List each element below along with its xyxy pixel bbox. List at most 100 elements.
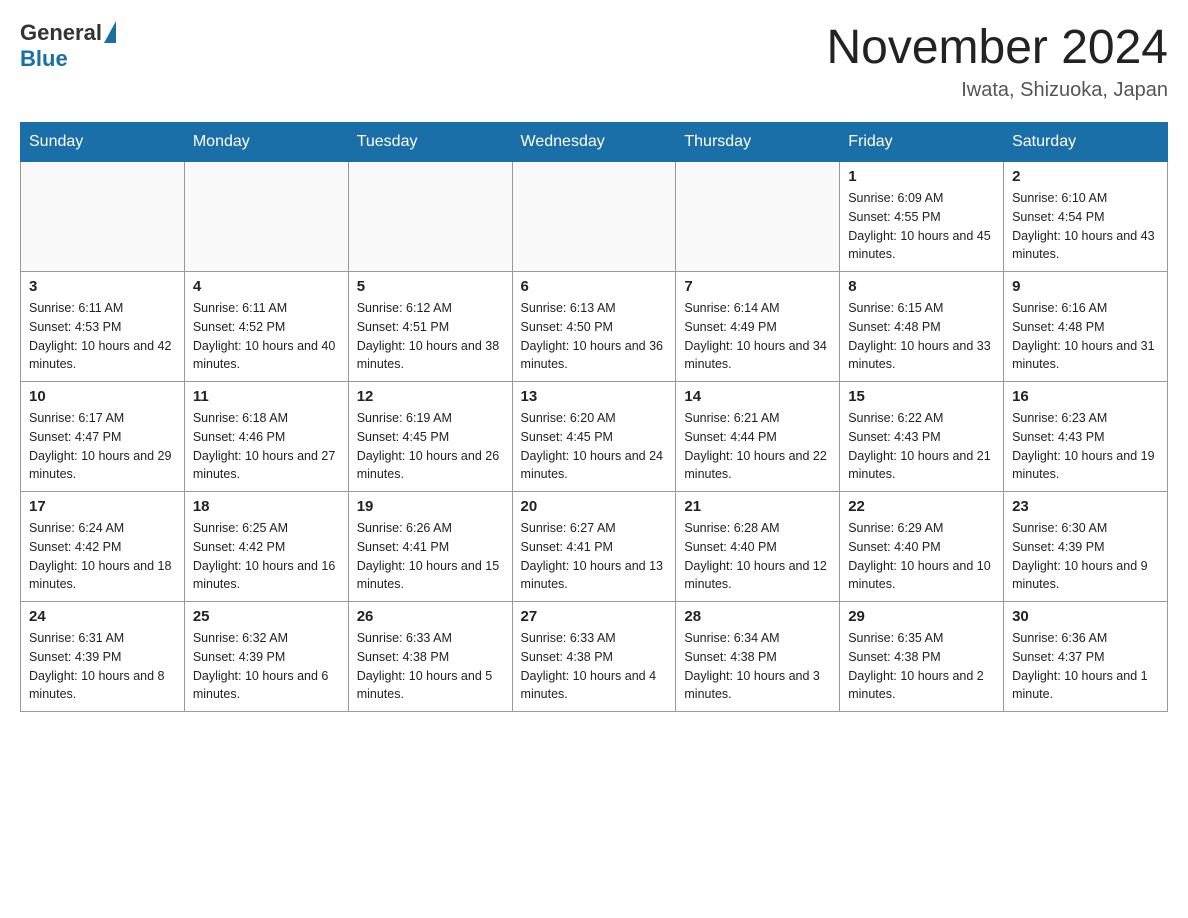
weekday-header-tuesday: Tuesday bbox=[348, 123, 512, 162]
calendar-day-cell: 19 Sunrise: 6:26 AMSunset: 4:41 PMDayligh… bbox=[348, 492, 512, 602]
day-number: 13 bbox=[521, 388, 668, 405]
calendar-day-cell: 25 Sunrise: 6:32 AMSunset: 4:39 PMDayligh… bbox=[184, 602, 348, 712]
calendar-day-cell bbox=[348, 162, 512, 272]
day-info: Sunrise: 6:36 AMSunset: 4:37 PMDaylight:… bbox=[1012, 629, 1159, 704]
day-number: 18 bbox=[193, 498, 340, 515]
day-info: Sunrise: 6:23 AMSunset: 4:43 PMDaylight:… bbox=[1012, 409, 1159, 484]
weekday-header-saturday: Saturday bbox=[1004, 123, 1168, 162]
calendar-week-row: 10 Sunrise: 6:17 AMSunset: 4:47 PMDayligh… bbox=[21, 382, 1168, 492]
calendar-day-cell: 1 Sunrise: 6:09 AMSunset: 4:55 PMDaylight… bbox=[840, 162, 1004, 272]
day-info: Sunrise: 6:20 AMSunset: 4:45 PMDaylight:… bbox=[521, 409, 668, 484]
calendar-day-cell bbox=[512, 162, 676, 272]
weekday-header-monday: Monday bbox=[184, 123, 348, 162]
calendar-day-cell: 28 Sunrise: 6:34 AMSunset: 4:38 PMDayligh… bbox=[676, 602, 840, 712]
day-number: 28 bbox=[684, 608, 831, 625]
weekday-header-friday: Friday bbox=[840, 123, 1004, 162]
logo-triangle-icon bbox=[104, 21, 116, 43]
day-info: Sunrise: 6:21 AMSunset: 4:44 PMDaylight:… bbox=[684, 409, 831, 484]
day-info: Sunrise: 6:09 AMSunset: 4:55 PMDaylight:… bbox=[848, 189, 995, 264]
day-number: 11 bbox=[193, 388, 340, 405]
day-info: Sunrise: 6:15 AMSunset: 4:48 PMDaylight:… bbox=[848, 299, 995, 374]
calendar-day-cell bbox=[21, 162, 185, 272]
calendar-day-cell: 2 Sunrise: 6:10 AMSunset: 4:54 PMDaylight… bbox=[1004, 162, 1168, 272]
calendar-week-row: 3 Sunrise: 6:11 AMSunset: 4:53 PMDaylight… bbox=[21, 272, 1168, 382]
calendar-day-cell: 27 Sunrise: 6:33 AMSunset: 4:38 PMDayligh… bbox=[512, 602, 676, 712]
day-number: 23 bbox=[1012, 498, 1159, 515]
calendar-day-cell: 14 Sunrise: 6:21 AMSunset: 4:44 PMDayligh… bbox=[676, 382, 840, 492]
day-info: Sunrise: 6:33 AMSunset: 4:38 PMDaylight:… bbox=[521, 629, 668, 704]
calendar-day-cell: 16 Sunrise: 6:23 AMSunset: 4:43 PMDayligh… bbox=[1004, 382, 1168, 492]
day-info: Sunrise: 6:25 AMSunset: 4:42 PMDaylight:… bbox=[193, 519, 340, 594]
day-number: 8 bbox=[848, 278, 995, 295]
day-number: 1 bbox=[848, 168, 995, 185]
weekday-header-sunday: Sunday bbox=[21, 123, 185, 162]
calendar-day-cell: 26Sunrise: 6:33 AMSunset: 4:38 PMDayligh… bbox=[348, 602, 512, 712]
calendar-day-cell: 3 Sunrise: 6:11 AMSunset: 4:53 PMDaylight… bbox=[21, 272, 185, 382]
day-info: Sunrise: 6:11 AMSunset: 4:52 PMDaylight:… bbox=[193, 299, 340, 374]
location-text: Iwata, Shizuoka, Japan bbox=[826, 79, 1168, 102]
calendar-week-row: 17 Sunrise: 6:24 AMSunset: 4:42 PMDayligh… bbox=[21, 492, 1168, 602]
day-info: Sunrise: 6:14 AMSunset: 4:49 PMDaylight:… bbox=[684, 299, 831, 374]
day-info: Sunrise: 6:22 AMSunset: 4:43 PMDaylight:… bbox=[848, 409, 995, 484]
calendar-week-row: 1 Sunrise: 6:09 AMSunset: 4:55 PMDaylight… bbox=[21, 162, 1168, 272]
day-number: 17 bbox=[29, 498, 176, 515]
calendar-day-cell: 6 Sunrise: 6:13 AMSunset: 4:50 PMDaylight… bbox=[512, 272, 676, 382]
day-info: Sunrise: 6:11 AMSunset: 4:53 PMDaylight:… bbox=[29, 299, 176, 374]
day-info: Sunrise: 6:17 AMSunset: 4:47 PMDaylight:… bbox=[29, 409, 176, 484]
calendar-day-cell: 10 Sunrise: 6:17 AMSunset: 4:47 PMDayligh… bbox=[21, 382, 185, 492]
calendar-day-cell: 12 Sunrise: 6:19 AMSunset: 4:45 PMDayligh… bbox=[348, 382, 512, 492]
day-number: 12 bbox=[357, 388, 504, 405]
day-info: Sunrise: 6:24 AMSunset: 4:42 PMDaylight:… bbox=[29, 519, 176, 594]
day-info: Sunrise: 6:26 AMSunset: 4:41 PMDaylight:… bbox=[357, 519, 504, 594]
day-number: 21 bbox=[684, 498, 831, 515]
logo-general-text: General bbox=[20, 20, 102, 46]
title-section: November 2024 Iwata, Shizuoka, Japan bbox=[826, 20, 1168, 102]
calendar-day-cell: 5Sunrise: 6:12 AMSunset: 4:51 PMDaylight… bbox=[348, 272, 512, 382]
day-number: 4 bbox=[193, 278, 340, 295]
day-number: 9 bbox=[1012, 278, 1159, 295]
day-number: 16 bbox=[1012, 388, 1159, 405]
day-number: 19 bbox=[357, 498, 504, 515]
day-info: Sunrise: 6:16 AMSunset: 4:48 PMDaylight:… bbox=[1012, 299, 1159, 374]
day-number: 10 bbox=[29, 388, 176, 405]
calendar-day-cell: 15 Sunrise: 6:22 AMSunset: 4:43 PMDayligh… bbox=[840, 382, 1004, 492]
day-info: Sunrise: 6:10 AMSunset: 4:54 PMDaylight:… bbox=[1012, 189, 1159, 264]
calendar-day-cell: 21 Sunrise: 6:28 AMSunset: 4:40 PMDayligh… bbox=[676, 492, 840, 602]
day-number: 24 bbox=[29, 608, 176, 625]
day-info: Sunrise: 6:19 AMSunset: 4:45 PMDaylight:… bbox=[357, 409, 504, 484]
calendar-day-cell: 7Sunrise: 6:14 AMSunset: 4:49 PMDaylight… bbox=[676, 272, 840, 382]
day-number: 14 bbox=[684, 388, 831, 405]
calendar-day-cell: 13 Sunrise: 6:20 AMSunset: 4:45 PMDayligh… bbox=[512, 382, 676, 492]
day-number: 29 bbox=[848, 608, 995, 625]
day-number: 3 bbox=[29, 278, 176, 295]
calendar-day-cell: 17 Sunrise: 6:24 AMSunset: 4:42 PMDayligh… bbox=[21, 492, 185, 602]
day-number: 26 bbox=[357, 608, 504, 625]
calendar-day-cell: 30Sunrise: 6:36 AMSunset: 4:37 PMDayligh… bbox=[1004, 602, 1168, 712]
calendar-day-cell: 8 Sunrise: 6:15 AMSunset: 4:48 PMDaylight… bbox=[840, 272, 1004, 382]
calendar-day-cell: 20Sunrise: 6:27 AMSunset: 4:41 PMDayligh… bbox=[512, 492, 676, 602]
weekday-header-wednesday: Wednesday bbox=[512, 123, 676, 162]
logo-blue-text: Blue bbox=[20, 46, 68, 71]
day-info: Sunrise: 6:35 AMSunset: 4:38 PMDaylight:… bbox=[848, 629, 995, 704]
day-info: Sunrise: 6:27 AMSunset: 4:41 PMDaylight:… bbox=[521, 519, 668, 594]
calendar-day-cell: 22Sunrise: 6:29 AMSunset: 4:40 PMDayligh… bbox=[840, 492, 1004, 602]
day-info: Sunrise: 6:32 AMSunset: 4:39 PMDaylight:… bbox=[193, 629, 340, 704]
day-info: Sunrise: 6:30 AMSunset: 4:39 PMDaylight:… bbox=[1012, 519, 1159, 594]
day-number: 25 bbox=[193, 608, 340, 625]
calendar-day-cell: 29 Sunrise: 6:35 AMSunset: 4:38 PMDayligh… bbox=[840, 602, 1004, 712]
month-title: November 2024 bbox=[826, 20, 1168, 75]
day-info: Sunrise: 6:31 AMSunset: 4:39 PMDaylight:… bbox=[29, 629, 176, 704]
day-number: 5 bbox=[357, 278, 504, 295]
day-info: Sunrise: 6:34 AMSunset: 4:38 PMDaylight:… bbox=[684, 629, 831, 704]
logo: General Blue bbox=[20, 20, 116, 72]
day-number: 15 bbox=[848, 388, 995, 405]
day-info: Sunrise: 6:28 AMSunset: 4:40 PMDaylight:… bbox=[684, 519, 831, 594]
day-number: 6 bbox=[521, 278, 668, 295]
day-number: 2 bbox=[1012, 168, 1159, 185]
calendar-day-cell: 23 Sunrise: 6:30 AMSunset: 4:39 PMDayligh… bbox=[1004, 492, 1168, 602]
day-info: Sunrise: 6:13 AMSunset: 4:50 PMDaylight:… bbox=[521, 299, 668, 374]
weekday-header-row: SundayMondayTuesdayWednesdayThursdayFrid… bbox=[21, 123, 1168, 162]
day-number: 27 bbox=[521, 608, 668, 625]
calendar-day-cell: 18 Sunrise: 6:25 AMSunset: 4:42 PMDayligh… bbox=[184, 492, 348, 602]
calendar-day-cell bbox=[676, 162, 840, 272]
